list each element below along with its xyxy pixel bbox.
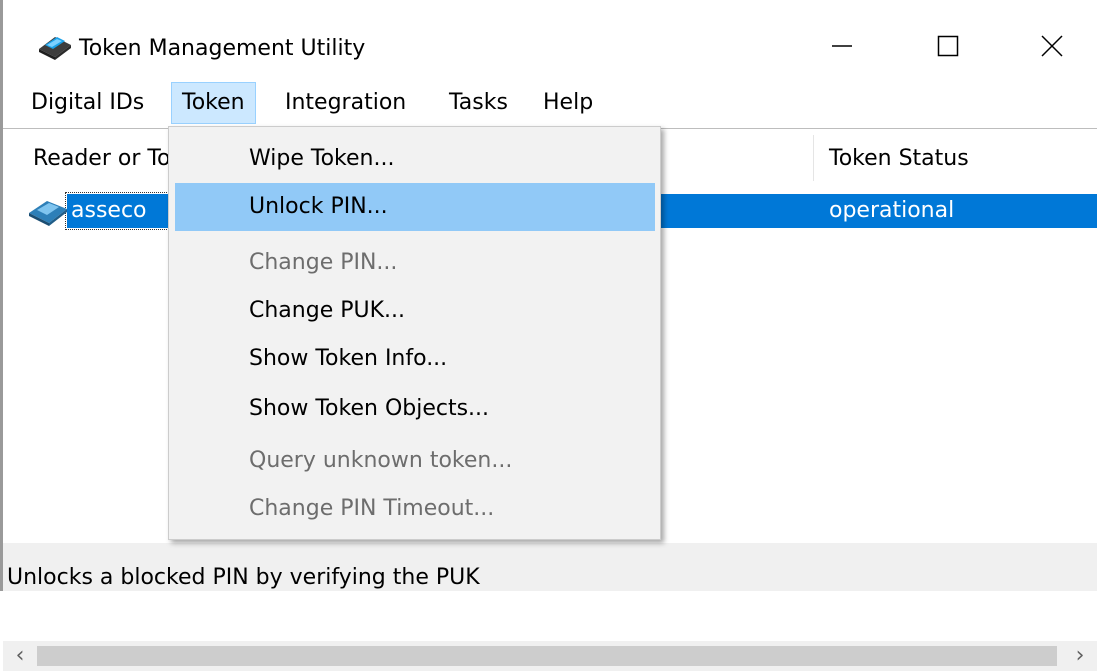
column-header-status[interactable]: Token Status: [829, 129, 969, 187]
menu-bar: Digital IDs Token Integration Tasks Help: [3, 82, 1097, 126]
token-icon: [29, 201, 67, 226]
menu-item-show-token-objects[interactable]: Show Token Objects...: [175, 385, 655, 433]
status-bar: Unlocks a blocked PIN by verifying the P…: [3, 543, 1097, 591]
scroll-right-arrow-icon[interactable]: ›: [1063, 641, 1097, 671]
menu-item-change-pin-timeout: Change PIN Timeout...: [249, 496, 495, 521]
menu-digital-ids[interactable]: Digital IDs: [21, 82, 154, 124]
maximize-icon: [937, 35, 959, 57]
minimize-button[interactable]: [797, 10, 887, 82]
row-name-cell: asseco: [71, 198, 147, 223]
row-status-cell: operational: [829, 198, 955, 223]
menu-token[interactable]: Token: [171, 82, 256, 124]
token-menu-dropdown: Wipe Token... Unlock PIN... Change PIN..…: [168, 126, 661, 540]
minimize-icon: [832, 45, 852, 47]
app-window: Token Management Utility Digital IDs Tok…: [0, 0, 1097, 671]
column-separator[interactable]: [813, 135, 814, 181]
menu-item-wipe-token[interactable]: Wipe Token...: [175, 135, 655, 183]
scroll-left-arrow-icon[interactable]: ‹: [3, 641, 37, 671]
title-bar[interactable]: Token Management Utility: [3, 10, 1097, 80]
menu-tasks[interactable]: Tasks: [439, 82, 518, 124]
close-button[interactable]: [1007, 10, 1097, 82]
status-text: Unlocks a blocked PIN by verifying the P…: [7, 565, 480, 590]
horizontal-scrollbar[interactable]: ‹ ›: [3, 641, 1097, 671]
menu-item-query-unknown-token: Query unknown token...: [249, 448, 513, 473]
menu-integration[interactable]: Integration: [275, 82, 416, 124]
window-title: Token Management Utility: [79, 36, 366, 61]
menu-item-change-puk[interactable]: Change PUK...: [175, 287, 655, 335]
menu-item-show-token-info[interactable]: Show Token Info...: [175, 335, 655, 383]
close-icon: [1041, 35, 1063, 57]
menu-help[interactable]: Help: [533, 82, 603, 124]
maximize-button[interactable]: [903, 10, 993, 82]
menu-item-unlock-pin[interactable]: Unlock PIN...: [175, 183, 655, 231]
column-header-reader[interactable]: Reader or To: [33, 129, 171, 187]
menu-item-change-pin: Change PIN...: [249, 250, 398, 275]
smart-card-reader-icon: [39, 37, 71, 60]
scroll-thumb[interactable]: [37, 646, 1057, 666]
